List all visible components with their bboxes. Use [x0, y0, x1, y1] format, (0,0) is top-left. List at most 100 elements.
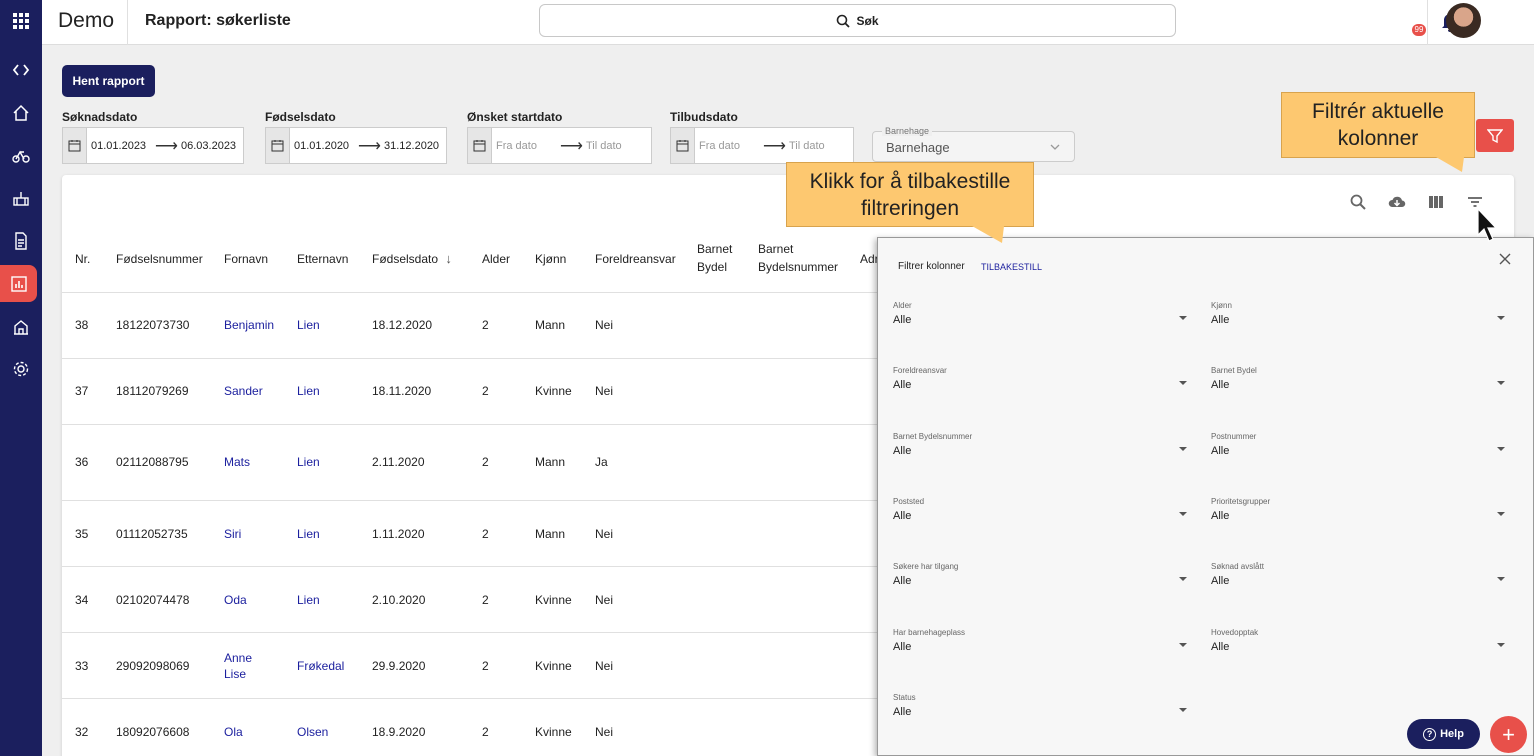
table-row[interactable]: 34 02102074478 Oda Lien 2.10.2020 2 Kvin… [62, 567, 882, 633]
date-range-input[interactable]: Fra dato ⟶ Til dato [670, 127, 854, 164]
col-header-foreldreansvar[interactable]: Foreldreansvar [595, 250, 676, 268]
filter-select-kjonn[interactable]: Kjønn Alle [1211, 301, 1505, 326]
building-icon[interactable] [8, 314, 34, 340]
filter-select-soknad-avslatt[interactable]: Søknad avslått Alle [1211, 562, 1505, 587]
cell-etternavn-link[interactable]: Olsen [297, 724, 328, 740]
cell-fodselsdato: 29.9.2020 [372, 659, 426, 673]
fetch-report-button[interactable]: Hent rapport [62, 65, 155, 97]
col-header-nr[interactable]: Nr. [75, 250, 90, 268]
search-icon [837, 14, 851, 28]
barnehage-select[interactable]: Barnehage Barnehage [872, 126, 1075, 162]
avatar[interactable] [1446, 3, 1481, 38]
cell-fornavn-link[interactable]: Mats [224, 454, 250, 470]
table-row[interactable]: 35 01112052735 Siri Lien 1.11.2020 2 Man… [62, 501, 882, 567]
filter-select-har-barnehageplass[interactable]: Har barnehageplass Alle [893, 628, 1187, 653]
cell-alder: 2 [482, 593, 489, 607]
filter-select-prioritetsgrupper[interactable]: Prioritetsgrupper Alle [1211, 497, 1505, 522]
view-columns-icon[interactable] [1426, 192, 1446, 212]
expand-code-icon[interactable] [8, 57, 34, 83]
cell-etternavn-link[interactable]: Frøkedal [297, 658, 344, 674]
apps-grid-icon[interactable] [8, 8, 34, 34]
cell-kjonn: Kvinne [535, 384, 572, 398]
col-header-fornavn[interactable]: Fornavn [224, 250, 268, 268]
search-icon[interactable] [1348, 192, 1368, 212]
date-to[interactable]: Til dato [586, 140, 622, 152]
filter-select-postnummer[interactable]: Postnummer Alle [1211, 432, 1505, 457]
cell-fornavn-link[interactable]: Anne Lise [224, 650, 252, 682]
reset-filters-button[interactable]: TILBAKESTILL [981, 262, 1042, 272]
cell-fornavn-link[interactable]: Oda [224, 592, 247, 608]
search-input[interactable]: Søk [539, 4, 1176, 37]
date-range-input[interactable]: 01.01.2020 ⟶ 31.12.2020 [265, 127, 447, 164]
crib-icon[interactable] [8, 186, 34, 212]
table-row[interactable]: 38 18122073730 Benjamin Lien 18.12.2020 … [62, 293, 882, 359]
col-header-fodselsnummer[interactable]: Fødselsnummer [116, 250, 203, 268]
filter-select-poststed[interactable]: Poststed Alle [893, 497, 1187, 522]
calendar-icon[interactable] [671, 128, 695, 163]
filter-button[interactable] [1476, 119, 1514, 152]
table-row[interactable]: 33 29092098069 Anne Lise Frøkedal 29.9.2… [62, 633, 882, 699]
date-range-input[interactable]: 01.01.2023 ⟶ 06.03.2023 [62, 127, 244, 164]
barnehage-label: Barnehage [882, 126, 933, 136]
cell-fodselsdato: 2.10.2020 [372, 593, 426, 607]
field-label: Søknad avslått [1211, 562, 1264, 571]
col-header-adr[interactable]: Adr [860, 250, 879, 268]
cell-alder: 2 [482, 659, 489, 673]
table-row[interactable]: 36 02112088795 Mats Lien 2.11.2020 2 Man… [62, 425, 882, 501]
settings-gear-icon[interactable] [8, 356, 34, 382]
cell-etternavn-link[interactable]: Lien [297, 592, 320, 608]
cell-nr: 32 [75, 725, 89, 739]
cell-fornavn-link[interactable]: Ola [224, 724, 243, 740]
date-from[interactable]: Fra dato [699, 140, 763, 152]
add-button[interactable]: + [1490, 716, 1527, 753]
field-label: Barnet Bydelsnummer [893, 432, 973, 441]
app-name[interactable]: Demo [58, 9, 114, 33]
filter-select-barnet-bydel[interactable]: Barnet Bydel Alle [1211, 366, 1505, 391]
col-header-barnet-bydel[interactable]: Barnet Bydel [697, 240, 732, 276]
filter-select-status[interactable]: Status Alle [893, 693, 1187, 718]
help-icon: ? [1423, 727, 1437, 741]
calendar-icon[interactable] [266, 128, 290, 163]
date-from[interactable]: 01.01.2020 [294, 140, 358, 152]
cell-fornavn-link[interactable]: Benjamin [224, 317, 274, 333]
dropdown-arrow-icon [1497, 381, 1505, 385]
date-to[interactable]: 06.03.2023 [181, 140, 236, 152]
bicycle-icon[interactable] [8, 143, 34, 169]
date-from[interactable]: 01.01.2023 [91, 140, 155, 152]
col-header-kjonn[interactable]: Kjønn [535, 250, 566, 268]
field-value: Alle [893, 314, 912, 326]
filter-select-foreldreansvar[interactable]: Foreldreansvar Alle [893, 366, 1187, 391]
calendar-icon[interactable] [468, 128, 492, 163]
cell-etternavn-link[interactable]: Lien [297, 383, 320, 399]
cloud-download-icon[interactable] [1387, 192, 1407, 212]
date-to[interactable]: Til dato [789, 140, 825, 152]
date-range-input[interactable]: Fra dato ⟶ Til dato [467, 127, 652, 164]
filter-select-barnet-bydelsnummer[interactable]: Barnet Bydelsnummer Alle [893, 432, 1187, 457]
calendar-icon[interactable] [63, 128, 87, 163]
home-icon[interactable] [8, 100, 34, 126]
date-from[interactable]: Fra dato [496, 140, 560, 152]
cell-etternavn-link[interactable]: Lien [297, 454, 320, 470]
dropdown-arrow-icon [1179, 381, 1187, 385]
document-icon[interactable] [8, 228, 34, 254]
help-button[interactable]: ? Help [1407, 719, 1480, 749]
cell-fornavn-link[interactable]: Sander [224, 383, 263, 399]
col-header-alder[interactable]: Alder [482, 250, 510, 268]
cell-fodselsdato: 1.11.2020 [372, 527, 425, 541]
col-header-barnet-bydelsnummer[interactable]: Barnet Bydelsnummer [758, 240, 838, 276]
filter-select-alder[interactable]: Alder Alle [893, 301, 1187, 326]
table-row[interactable]: 37 18112079269 Sander Lien 18.11.2020 2 … [62, 359, 882, 425]
close-icon[interactable] [1497, 251, 1513, 267]
cell-etternavn-link[interactable]: Lien [297, 526, 320, 542]
cell-etternavn-link[interactable]: Lien [297, 317, 320, 333]
cell-foreldreansvar: Nei [595, 593, 614, 607]
col-header-etternavn[interactable]: Etternavn [297, 250, 348, 268]
cell-fornavn-link[interactable]: Siri [224, 526, 241, 542]
filter-select-hovedopptak[interactable]: Hovedopptak Alle [1211, 628, 1505, 653]
reports-chart-icon[interactable] [0, 265, 37, 302]
top-bar: Demo Rapport: søkerliste Søk [42, 0, 1534, 45]
date-to[interactable]: 31.12.2020 [384, 140, 439, 152]
table-row[interactable]: 32 18092076608 Ola Olsen 18.9.2020 2 Kvi… [62, 699, 882, 756]
col-header-fodselsdato[interactable]: Fødselsdato ↓ [372, 250, 452, 268]
filter-select-sokere-har-tilgang[interactable]: Søkere har tilgang Alle [893, 562, 1187, 587]
